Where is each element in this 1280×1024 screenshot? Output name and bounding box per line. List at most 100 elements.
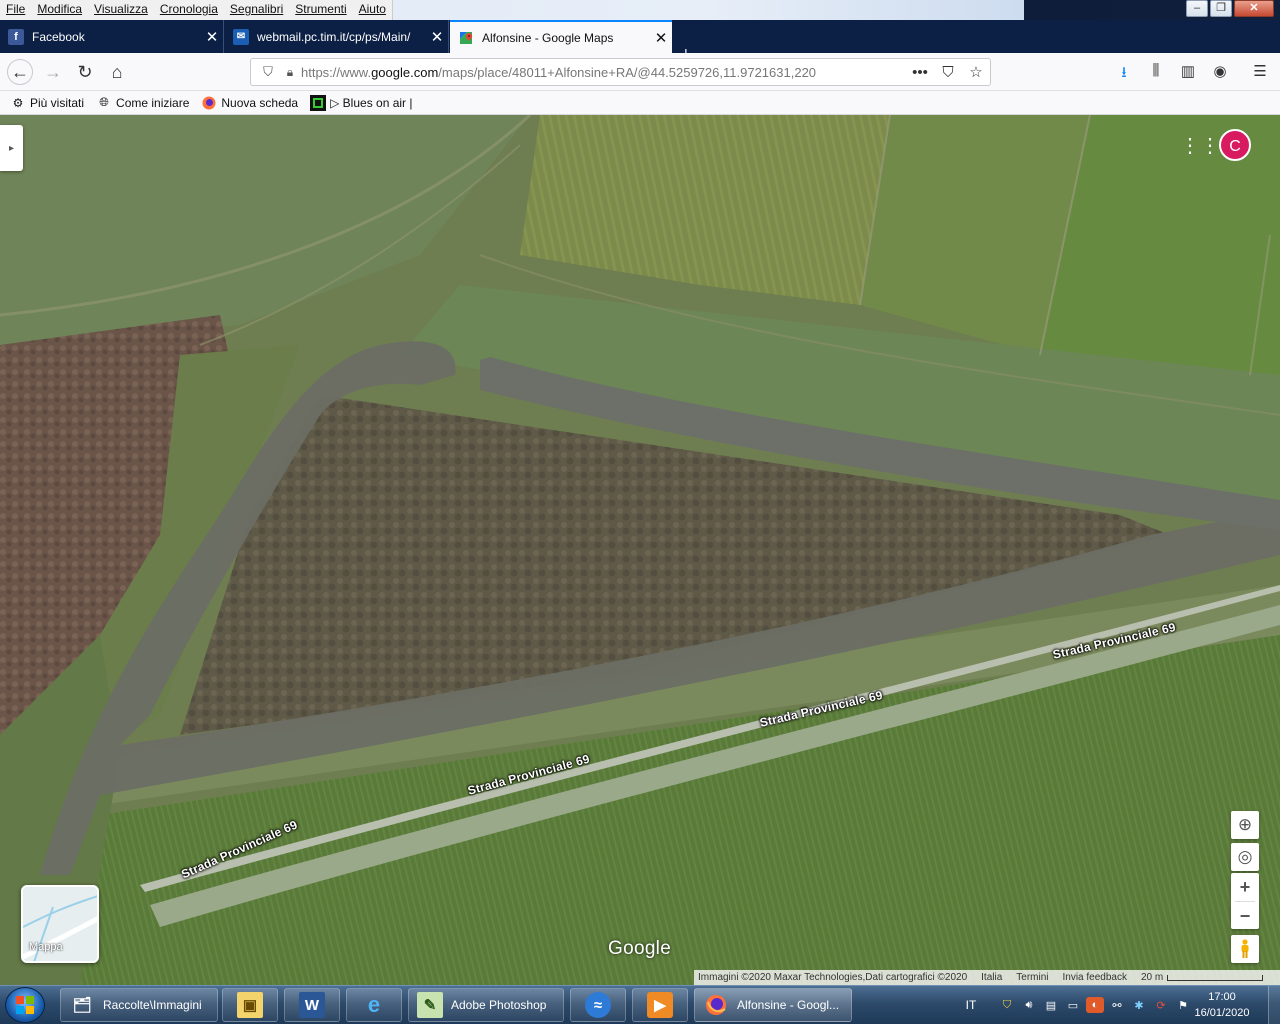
hamburger-menu-icon[interactable]: ☰ [1248, 62, 1272, 80]
reload-icon[interactable]: ↻ [72, 60, 98, 84]
menu-visualizza[interactable]: Visualizza [88, 0, 154, 20]
menu-strumenti[interactable]: Strumenti [289, 0, 352, 20]
taskbar-label: Raccolte\Immagini [103, 998, 202, 1012]
taskbar-pinned-pictures[interactable]: ▣ [222, 988, 278, 1022]
volume-icon[interactable]: 🔊︎ [1020, 997, 1038, 1013]
tab-google-maps[interactable]: Alfonsine - Google Maps ✕ [450, 20, 672, 53]
update-icon[interactable]: ⟳ [1152, 997, 1170, 1013]
minimize-button[interactable]: – [1186, 0, 1208, 17]
taskbar-pinned-thunderbird[interactable]: ≈ [570, 988, 626, 1022]
google-maps-icon [458, 30, 474, 46]
maximize-button[interactable]: ❐ [1210, 0, 1232, 17]
map-canvas[interactable]: ▸ ⋮⋮⋮ C Strada Provinciale 69 Strada Pro… [0, 115, 1280, 985]
bookmark-come-iniziare[interactable]: 🌐︎ Come iniziare [96, 95, 189, 111]
back-arrow-icon[interactable]: ← [7, 59, 33, 85]
forward-arrow-icon[interactable]: → [40, 60, 66, 84]
start-button[interactable] [5, 987, 45, 1023]
facebook-icon: f [8, 28, 24, 45]
system-tray: IT ⛉ 🔊︎ ▤ ▭ ◐ ⚯ ✱ ⟳ ⚑ [960, 986, 1194, 1024]
taskbar-photoshop[interactable]: ✎ Adobe Photoshop [408, 988, 564, 1022]
menu-modifica[interactable]: Modifica [31, 0, 88, 20]
library-icon[interactable]: ⫼ [1144, 62, 1168, 79]
minimap-label: Mappa [29, 941, 63, 953]
action-center-flag-icon[interactable]: ⚑ [1174, 997, 1192, 1013]
link-termini[interactable]: Termini [1016, 972, 1048, 983]
tab-strip: f Facebook ✕ ✉ webmail.pc.tim.it/cp/ps/M… [0, 20, 1280, 66]
window-controls: – ❐ ✕ [1186, 0, 1274, 17]
internet-explorer-icon: e [367, 992, 381, 1017]
language-indicator[interactable]: IT [960, 998, 982, 1012]
tab-webmail[interactable]: ✉ webmail.pc.tim.it/cp/ps/Main/ ✕ [225, 20, 449, 53]
google-apps-icon[interactable]: ⋮⋮⋮ [1180, 135, 1240, 157]
taskbar-explorer[interactable]: 🗂︎ Raccolte\Immagini [60, 988, 218, 1022]
word-icon: W [299, 992, 325, 1018]
my-location-button[interactable]: ◎ [1231, 843, 1259, 871]
taskbar-pinned-ie[interactable]: e [346, 988, 402, 1022]
home-icon[interactable]: ⌂ [104, 60, 130, 84]
account-avatar[interactable]: C [1219, 129, 1251, 161]
url-bar[interactable]: ⛉ 🔒︎ https://www.google.com/maps/place/4… [250, 58, 991, 86]
thunderbird-icon: ≈ [585, 992, 611, 1018]
tab-facebook[interactable]: f Facebook ✕ [0, 20, 224, 53]
scale-bar[interactable]: 20 m [1141, 972, 1264, 983]
url-text[interactable]: https://www.google.com/maps/place/48011+… [301, 65, 906, 80]
app-tray-icon[interactable]: ◐ [1086, 997, 1104, 1013]
sidebar-icon[interactable]: ▥ [1176, 62, 1200, 80]
lock-icon[interactable]: 🔒︎ [279, 65, 301, 80]
usb-icon[interactable]: ⚯ [1108, 997, 1126, 1013]
globe-view-button[interactable]: ⊕ [1231, 811, 1259, 839]
bookmark-piu-visitati[interactable]: ⚙ Più visitati [10, 95, 84, 111]
taskbar-label: Alfonsine - Googl... [737, 998, 840, 1012]
taskbar-firefox[interactable]: Alfonsine - Googl... [694, 988, 852, 1022]
display-icon[interactable]: ▭ [1064, 997, 1082, 1013]
menu-aiuto[interactable]: Aiuto [353, 0, 392, 20]
close-tab-icon[interactable]: ✕ [650, 29, 672, 47]
zoom-controls: + − [1231, 873, 1259, 929]
menu-file[interactable]: File [0, 0, 31, 20]
close-tab-icon[interactable]: ✕ [426, 28, 448, 46]
bookmark-label: Come iniziare [116, 95, 190, 110]
pocket-icon[interactable]: ⛉ [934, 64, 962, 81]
bookmark-star-icon[interactable]: ☆ [962, 63, 990, 81]
firefox-icon [201, 95, 217, 111]
downloads-icon[interactable]: ⭳ [1112, 62, 1136, 87]
bluetooth-icon[interactable]: ✱ [1130, 997, 1148, 1013]
folder-icon: 🗂︎ [72, 997, 92, 1014]
tracking-shield-icon[interactable]: ⛉ [257, 64, 279, 80]
bookmark-label: Più visitati [30, 95, 85, 110]
link-feedback[interactable]: Invia feedback [1063, 972, 1128, 983]
satellite-imagery [0, 115, 1280, 985]
navigation-toolbar: ← → ↻ ⌂ ⛉ 🔒︎ https://www.google.com/maps… [0, 53, 1280, 91]
bookmark-blues-on-air[interactable]: ▷ Blues on air | [310, 94, 413, 111]
pegman-icon [1241, 939, 1249, 958]
taskbar-pinned-media-player[interactable]: ▶ [632, 988, 688, 1022]
url-path: /maps/place/48011+Alfonsine+RA/@44.52597… [438, 64, 817, 80]
expand-side-panel-button[interactable]: ▸ [0, 125, 23, 171]
close-tab-icon[interactable]: ✕ [201, 28, 223, 46]
bookmark-nuova-scheda[interactable]: Nuova scheda [201, 95, 298, 111]
pegman-street-view-button[interactable] [1231, 935, 1259, 963]
system-clock[interactable]: 17:00 16/01/2020 [1192, 989, 1252, 1021]
network-icon[interactable]: ▤ [1042, 997, 1060, 1013]
map-layer-switcher[interactable]: Mappa [21, 885, 99, 963]
taskbar: 🗂︎ Raccolte\Immagini ▣ W e ✎ Adobe Photo… [0, 985, 1280, 1024]
location-icon: ◎ [1237, 847, 1253, 866]
menu-segnalibri[interactable]: Segnalibri [224, 0, 289, 20]
menu-cronologia[interactable]: Cronologia [154, 0, 224, 20]
bookmarks-toolbar: ⚙ Più visitati 🌐︎ Come iniziare Nuova sc… [0, 91, 1280, 115]
scale-ruler [1167, 974, 1264, 981]
taskbar-pinned-word[interactable]: W [284, 988, 340, 1022]
url-prefix: https://www. [301, 64, 372, 80]
bookmark-label: Nuova scheda [221, 95, 299, 110]
link-italia[interactable]: Italia [981, 972, 1002, 983]
account-icon[interactable]: ◉ [1208, 62, 1232, 80]
page-actions-icon[interactable]: ••• [906, 64, 934, 81]
show-desktop-button[interactable] [1268, 986, 1280, 1024]
zoom-out-button[interactable]: − [1231, 902, 1259, 930]
close-window-button[interactable]: ✕ [1234, 0, 1274, 17]
menu-list: File Modifica Visualizza Cronologia Segn… [0, 0, 393, 20]
zoom-in-button[interactable]: + [1231, 873, 1259, 901]
security-shield-icon[interactable]: ⛉ [998, 997, 1016, 1013]
menu-bar: File Modifica Visualizza Cronologia Segn… [0, 0, 1280, 20]
firefox-icon [703, 992, 729, 1018]
